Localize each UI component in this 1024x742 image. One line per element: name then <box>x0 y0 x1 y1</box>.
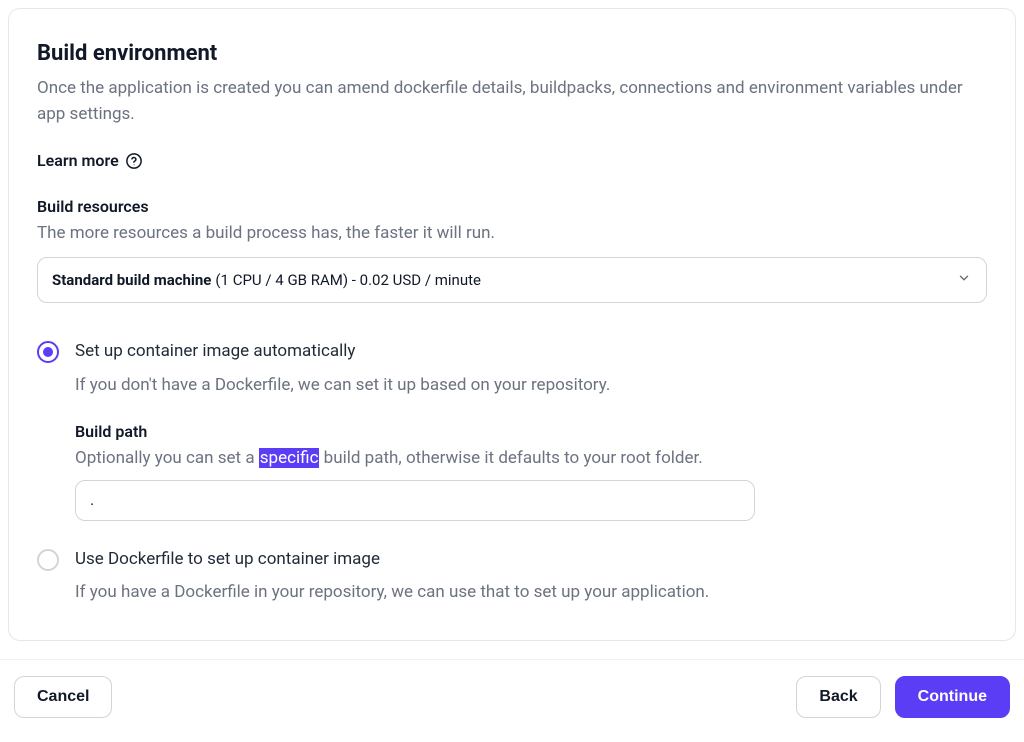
build-machine-selected-name: Standard build machine <box>52 269 211 292</box>
build-resources-description: The more resources a build process has, … <box>37 221 987 247</box>
build-environment-card: Build environment Once the application i… <box>8 8 1016 641</box>
build-path-section: Build path Optionally you can set a spec… <box>75 420 987 521</box>
build-path-description: Optionally you can set a specific build … <box>75 446 987 472</box>
build-path-label: Build path <box>75 420 987 444</box>
highlighted-text: specific <box>259 448 320 468</box>
help-circle-icon <box>125 152 143 170</box>
radio-auto-title: Set up container image automatically <box>75 339 987 365</box>
radio-dockerfile-title: Use Dockerfile to set up container image <box>75 547 987 573</box>
radio-option-dockerfile: Use Dockerfile to set up container image… <box>37 547 987 606</box>
cancel-button[interactable]: Cancel <box>14 676 112 718</box>
build-resources-label: Build resources <box>37 195 987 219</box>
container-setup-radio-group: Set up container image automatically If … <box>37 339 987 606</box>
build-machine-selected-detail: (1 CPU / 4 GB RAM) - 0.02 USD / minute <box>215 269 481 292</box>
radio-auto-description: If you don't have a Dockerfile, we can s… <box>75 373 987 399</box>
radio-dockerfile[interactable] <box>37 549 59 571</box>
continue-button[interactable]: Continue <box>895 676 1010 718</box>
learn-more-link[interactable]: Learn more <box>37 149 143 173</box>
page-description: Once the application is created you can … <box>37 76 987 127</box>
radio-dockerfile-description: If you have a Dockerfile in your reposit… <box>75 580 987 606</box>
build-path-input[interactable] <box>75 480 755 521</box>
radio-option-auto: Set up container image automatically If … <box>37 339 987 521</box>
radio-auto[interactable] <box>37 341 59 363</box>
footer-actions: Cancel Back Continue <box>0 659 1024 718</box>
back-button[interactable]: Back <box>796 676 880 718</box>
learn-more-label: Learn more <box>37 149 119 173</box>
page-title: Build environment <box>37 37 987 70</box>
build-machine-select[interactable]: Standard build machine (1 CPU / 4 GB RAM… <box>37 257 987 304</box>
